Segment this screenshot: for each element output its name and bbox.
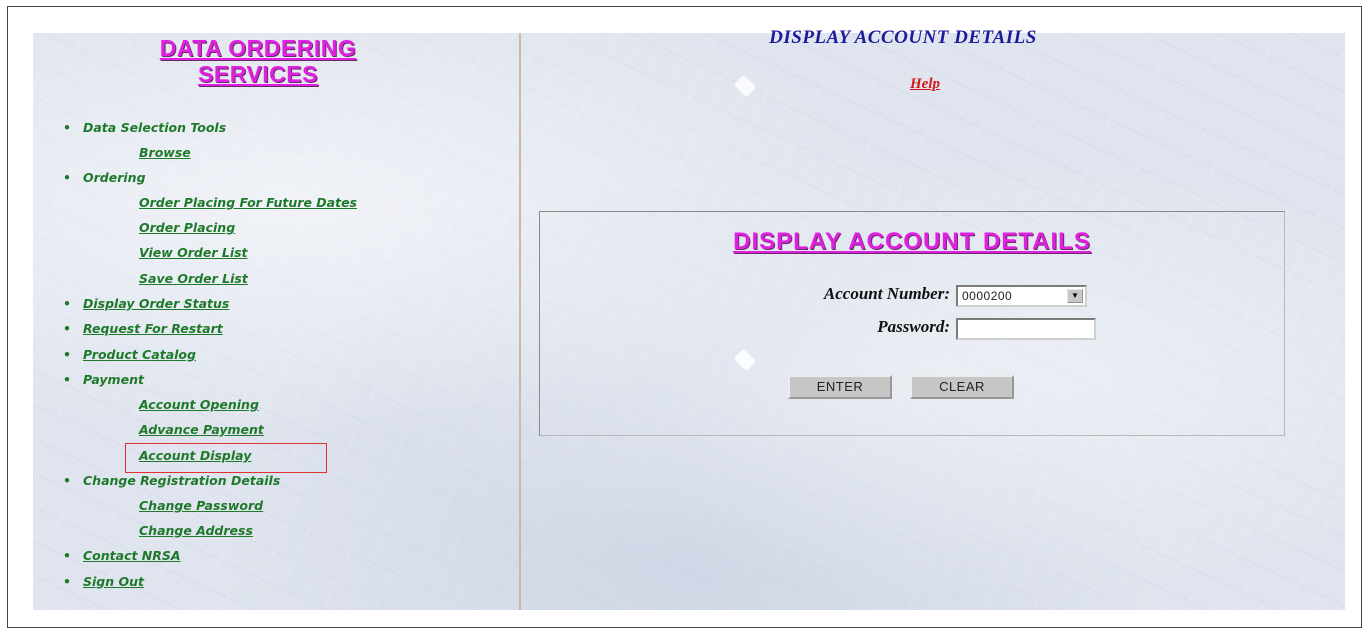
sidebar-link-view-order-list[interactable]: View Order List	[139, 245, 248, 260]
active-item-highlight	[125, 443, 327, 473]
background-sparkle	[733, 74, 757, 98]
sidebar-link-browse[interactable]: Browse	[139, 145, 191, 160]
sidebar-link-change-address[interactable]: Change Address	[139, 523, 253, 538]
sidebar-link-save-order-list[interactable]: Save Order List	[139, 271, 248, 286]
page-title: DISPLAY ACCOUNT DETAILS	[769, 27, 1037, 48]
account-details-panel: DISPLAY ACCOUNT DETAILS Account Number: …	[539, 211, 1285, 436]
dropdown-arrow-icon[interactable]: ▼	[1067, 289, 1083, 303]
bullet-icon: •	[63, 372, 71, 387]
bullet-icon: •	[63, 473, 71, 488]
sidebar-item-save-order-list[interactable]: Save Order List	[139, 268, 248, 290]
sidebar-item-change-address[interactable]: Change Address	[139, 520, 253, 542]
sidebar-item-display-order-status[interactable]: • Display Order Status	[63, 293, 229, 315]
enter-button[interactable]: ENTER	[788, 375, 892, 399]
panel-title: DISPLAY ACCOUNT DETAILS	[733, 228, 1091, 255]
bullet-icon: •	[63, 120, 71, 135]
sidebar-item-contact-nrsa[interactable]: • Contact NRSA	[63, 545, 181, 567]
site-title: DATA ORDERING SERVICES	[159, 35, 357, 87]
password-label: Password:	[877, 317, 950, 336]
sidebar: DATA ORDERING SERVICES • Data Selection T…	[33, 33, 519, 610]
bullet-icon: •	[63, 170, 71, 185]
sidebar-item-account-opening[interactable]: Account Opening	[139, 394, 259, 416]
sidebar-item-advance-payment[interactable]: Advance Payment	[139, 419, 264, 441]
sidebar-link-order-placing-future[interactable]: Order Placing For Future Dates	[139, 195, 357, 210]
sidebar-section-change-registration: • Change Registration Details	[63, 470, 280, 492]
sidebar-link-contact-nrsa[interactable]: Contact NRSA	[83, 548, 181, 563]
sidebar-item-sign-out[interactable]: • Sign Out	[63, 571, 144, 593]
account-number-value: 0000200	[962, 289, 1013, 303]
frame-divider	[519, 33, 521, 610]
page-canvas: DATA ORDERING SERVICES • Data Selection T…	[33, 27, 1345, 610]
sidebar-link-request-for-restart[interactable]: Request For Restart	[83, 321, 223, 336]
sidebar-section-payment: • Payment	[63, 369, 144, 391]
sidebar-item-browse[interactable]: Browse	[139, 142, 191, 164]
sidebar-link-display-order-status[interactable]: Display Order Status	[83, 296, 229, 311]
sidebar-link-advance-payment[interactable]: Advance Payment	[139, 422, 264, 437]
sidebar-item-product-catalog[interactable]: • Product Catalog	[63, 344, 196, 366]
bullet-icon: •	[63, 548, 71, 563]
sidebar-item-view-order-list[interactable]: View Order List	[139, 242, 248, 264]
help-link[interactable]: Help	[885, 76, 965, 93]
clear-button[interactable]: CLEAR	[910, 375, 1014, 399]
sidebar-link-account-opening[interactable]: Account Opening	[139, 397, 259, 412]
sidebar-link-order-placing[interactable]: Order Placing	[139, 220, 235, 235]
sidebar-link-sign-out[interactable]: Sign Out	[83, 574, 144, 589]
password-input[interactable]	[956, 318, 1096, 340]
account-number-select[interactable]: 0000200 ▼	[956, 285, 1087, 307]
bullet-icon: •	[63, 321, 71, 336]
bullet-icon: •	[63, 296, 71, 311]
sidebar-item-request-for-restart[interactable]: • Request For Restart	[63, 318, 223, 340]
sidebar-item-change-password[interactable]: Change Password	[139, 495, 263, 517]
sidebar-link-change-password[interactable]: Change Password	[139, 498, 263, 513]
bullet-icon: •	[63, 347, 71, 362]
account-number-label: Account Number:	[823, 284, 950, 303]
sidebar-section-data-selection-tools: • Data Selection Tools	[63, 117, 226, 139]
sidebar-link-product-catalog[interactable]: Product Catalog	[83, 347, 196, 362]
sidebar-section-ordering: • Ordering	[63, 167, 146, 189]
sidebar-item-order-placing-future[interactable]: Order Placing For Future Dates	[139, 192, 357, 214]
bullet-icon: •	[63, 574, 71, 589]
sidebar-item-order-placing[interactable]: Order Placing	[139, 217, 235, 239]
